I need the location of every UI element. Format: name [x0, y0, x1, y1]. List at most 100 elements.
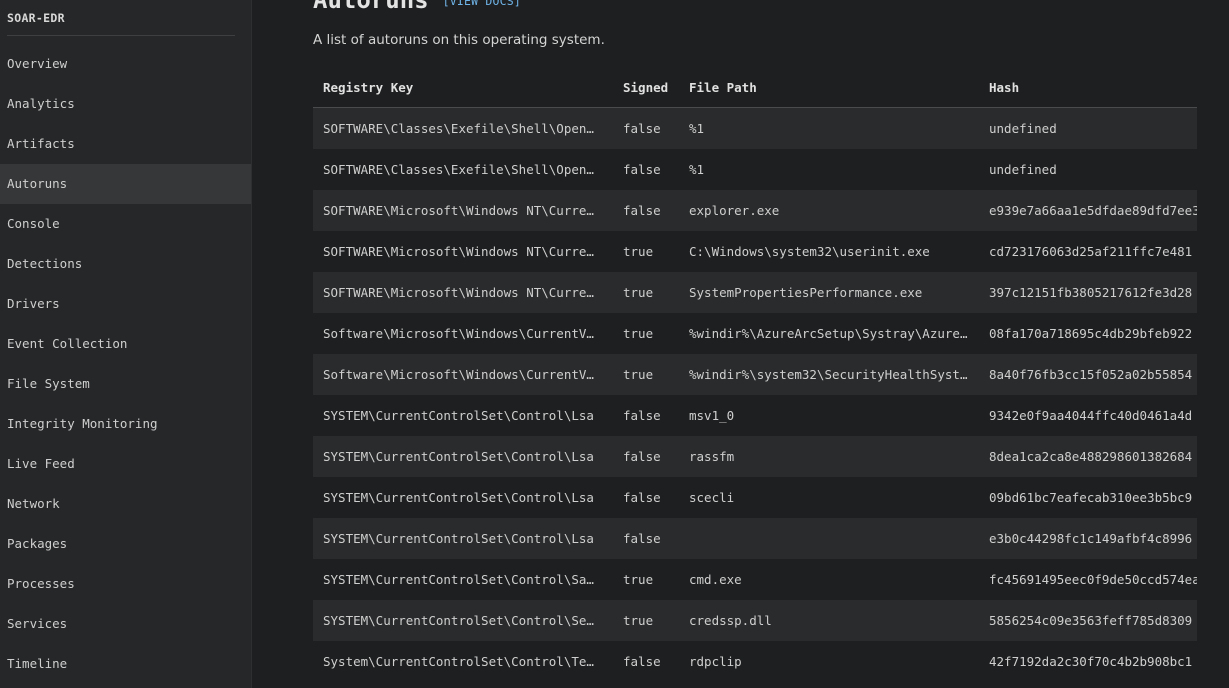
- cell-hash: 397c12151fb3805217612fe3d28: [989, 285, 1193, 300]
- cell-file-path: C:\Windows\system32\userinit.exe: [689, 244, 930, 259]
- sidebar: SOAR-EDR Overview Analytics Artifacts Autor…: [0, 0, 252, 688]
- sidebar-item-integrity-monitoring[interactable]: Integrity Monitoring: [0, 404, 251, 444]
- autoruns-table: Registry Key Signed File Path Hash SOFTW…: [313, 68, 1197, 682]
- cell-file-path: %windir%\AzureArcSetup\Systray\AzureArcS…: [689, 326, 969, 341]
- page-subtitle: A list of autoruns on this operating sys…: [313, 32, 605, 48]
- cell-signed: true: [623, 326, 654, 341]
- column-header-registry-key[interactable]: Registry Key: [323, 80, 413, 95]
- sidebar-item-packages[interactable]: Packages: [0, 524, 251, 564]
- cell-hash: 42f7192da2c30f70c4b2b908bc1: [989, 654, 1193, 669]
- page-title-text: Autoruns: [313, 0, 429, 14]
- cell-signed: false: [623, 203, 661, 218]
- app-window: SOAR-EDR Overview Analytics Artifacts Autor…: [0, 0, 1229, 688]
- cell-hash: 8a40f76fb3cc15f052a02b55854: [989, 367, 1193, 382]
- cell-signed: false: [623, 490, 661, 505]
- cell-file-path: explorer.exe: [689, 203, 780, 218]
- cell-registry-key: SOFTWARE\Microsoft\Windows NT\CurrentVer…: [323, 285, 601, 300]
- table-row[interactable]: SYSTEM\CurrentControlSet\Control\Securit…: [313, 600, 1197, 641]
- cell-signed: false: [623, 408, 661, 423]
- sidebar-divider: [7, 35, 235, 36]
- sidebar-item-console[interactable]: Console: [0, 204, 251, 244]
- brand-title: SOAR-EDR: [7, 11, 65, 25]
- table-row[interactable]: SOFTWARE\Classes\Exefile\Shell\Open\Comm…: [313, 149, 1197, 190]
- sidebar-item-live-feed[interactable]: Live Feed: [0, 444, 251, 484]
- table-row[interactable]: Software\Microsoft\Windows\CurrentVersio…: [313, 354, 1197, 395]
- cell-signed: true: [623, 613, 654, 628]
- cell-file-path: %windir%\system32\SecurityHealthSystray.…: [689, 367, 969, 382]
- cell-hash: 08fa170a718695c4db29bfeb922: [989, 326, 1193, 341]
- table-row[interactable]: SOFTWARE\Classes\Exefile\Shell\Open\Comm…: [313, 108, 1197, 149]
- cell-registry-key: SYSTEM\CurrentControlSet\Control\Lsa: [323, 408, 594, 423]
- sidebar-item-artifacts[interactable]: Artifacts: [0, 124, 251, 164]
- cell-signed: false: [623, 654, 661, 669]
- table-row[interactable]: SYSTEM\CurrentControlSet\Control\Lsa fals…: [313, 518, 1197, 559]
- sidebar-item-detections[interactable]: Detections: [0, 244, 251, 284]
- cell-file-path: credssp.dll: [689, 613, 772, 628]
- cell-hash: undefined: [989, 162, 1057, 177]
- table-body: SOFTWARE\Classes\Exefile\Shell\Open\Comm…: [313, 108, 1197, 682]
- cell-signed: false: [623, 121, 661, 136]
- table-header: Registry Key Signed File Path Hash: [313, 68, 1197, 108]
- cell-file-path: rassfm: [689, 449, 735, 464]
- column-header-signed[interactable]: Signed: [623, 80, 668, 95]
- cell-file-path: SystemPropertiesPerformance.exe: [689, 285, 923, 300]
- cell-signed: true: [623, 244, 654, 259]
- cell-file-path: %1: [689, 162, 705, 177]
- sidebar-nav: Overview Analytics Artifacts Autoruns Consol…: [0, 44, 251, 684]
- cell-signed: true: [623, 367, 654, 382]
- table-row[interactable]: SOFTWARE\Microsoft\Windows NT\CurrentVer…: [313, 190, 1197, 231]
- table-row[interactable]: SOFTWARE\Microsoft\Windows NT\CurrentVer…: [313, 231, 1197, 272]
- sidebar-item-event-collection[interactable]: Event Collection: [0, 324, 251, 364]
- table-row[interactable]: SYSTEM\CurrentControlSet\Control\Lsa fals…: [313, 436, 1197, 477]
- cell-signed: false: [623, 531, 661, 546]
- cell-hash: 09bd61bc7eafecab310ee3b5bc9: [989, 490, 1193, 505]
- view-docs-link[interactable]: [VIEW DOCS]: [443, 0, 521, 8]
- sidebar-item-file-system[interactable]: File System: [0, 364, 251, 404]
- cell-signed: true: [623, 285, 654, 300]
- cell-registry-key: SYSTEM\CurrentControlSet\Control\Securit…: [323, 613, 601, 628]
- cell-hash: e3b0c44298fc1c149afbf4c8996: [989, 531, 1193, 546]
- cell-file-path: scecli: [689, 490, 735, 505]
- cell-registry-key: Software\Microsoft\Windows\CurrentVersio…: [323, 326, 601, 341]
- cell-registry-key: SOFTWARE\Microsoft\Windows NT\CurrentVer…: [323, 203, 601, 218]
- table-row[interactable]: SYSTEM\CurrentControlSet\Control\Lsa fals…: [313, 395, 1197, 436]
- sidebar-item-analytics[interactable]: Analytics: [0, 84, 251, 124]
- cell-file-path: %1: [689, 121, 705, 136]
- cell-registry-key: System\CurrentControlSet\Control\Termina…: [323, 654, 601, 669]
- cell-hash: fc45691495eec0f9de50ccd574ea: [989, 572, 1197, 587]
- cell-registry-key: Software\Microsoft\Windows\CurrentVersio…: [323, 367, 601, 382]
- cell-hash: 9342e0f9aa4044ffc40d0461a4d: [989, 408, 1193, 423]
- table-row[interactable]: System\CurrentControlSet\Control\Termina…: [313, 641, 1197, 682]
- sidebar-item-network[interactable]: Network: [0, 484, 251, 524]
- cell-registry-key: SOFTWARE\Classes\Exefile\Shell\Open\Comm…: [323, 121, 601, 136]
- cell-registry-key: SOFTWARE\Classes\Exefile\Shell\Open\Comm…: [323, 162, 601, 177]
- cell-registry-key: SOFTWARE\Microsoft\Windows NT\CurrentVer…: [323, 244, 601, 259]
- cell-hash: cd723176063d25af211ffc7e481: [989, 244, 1193, 259]
- cell-registry-key: SYSTEM\CurrentControlSet\Control\Lsa: [323, 449, 594, 464]
- column-header-hash[interactable]: Hash: [989, 80, 1019, 95]
- cell-hash: undefined: [989, 121, 1057, 136]
- sidebar-item-overview[interactable]: Overview: [0, 44, 251, 84]
- cell-file-path: msv1_0: [689, 408, 735, 423]
- sidebar-item-autoruns[interactable]: Autoruns: [0, 164, 251, 204]
- cell-hash: e939e7a66aa1e5dfdae89dfd7ee3: [989, 203, 1197, 218]
- page-title: Autoruns [VIEW DOCS]: [313, 0, 521, 14]
- cell-registry-key: SYSTEM\CurrentControlSet\Control\Lsa: [323, 490, 594, 505]
- sidebar-item-processes[interactable]: Processes: [0, 564, 251, 604]
- cell-hash: 5856254c09e3563feff785d8309: [989, 613, 1193, 628]
- cell-file-path: cmd.exe: [689, 572, 742, 587]
- cell-registry-key: SYSTEM\CurrentControlSet\Control\Lsa: [323, 531, 594, 546]
- table-row[interactable]: SYSTEM\CurrentControlSet\Control\SafeBoo…: [313, 559, 1197, 600]
- cell-registry-key: SYSTEM\CurrentControlSet\Control\SafeBoo…: [323, 572, 601, 587]
- table-row[interactable]: Software\Microsoft\Windows\CurrentVersio…: [313, 313, 1197, 354]
- column-header-file-path[interactable]: File Path: [689, 80, 757, 95]
- sidebar-item-services[interactable]: Services: [0, 604, 251, 644]
- cell-signed: false: [623, 162, 661, 177]
- cell-file-path: rdpclip: [689, 654, 742, 669]
- sidebar-item-timeline[interactable]: Timeline: [0, 644, 251, 684]
- table-row[interactable]: SYSTEM\CurrentControlSet\Control\Lsa fals…: [313, 477, 1197, 518]
- sidebar-item-drivers[interactable]: Drivers: [0, 284, 251, 324]
- table-row[interactable]: SOFTWARE\Microsoft\Windows NT\CurrentVer…: [313, 272, 1197, 313]
- cell-signed: true: [623, 572, 654, 587]
- cell-signed: false: [623, 449, 661, 464]
